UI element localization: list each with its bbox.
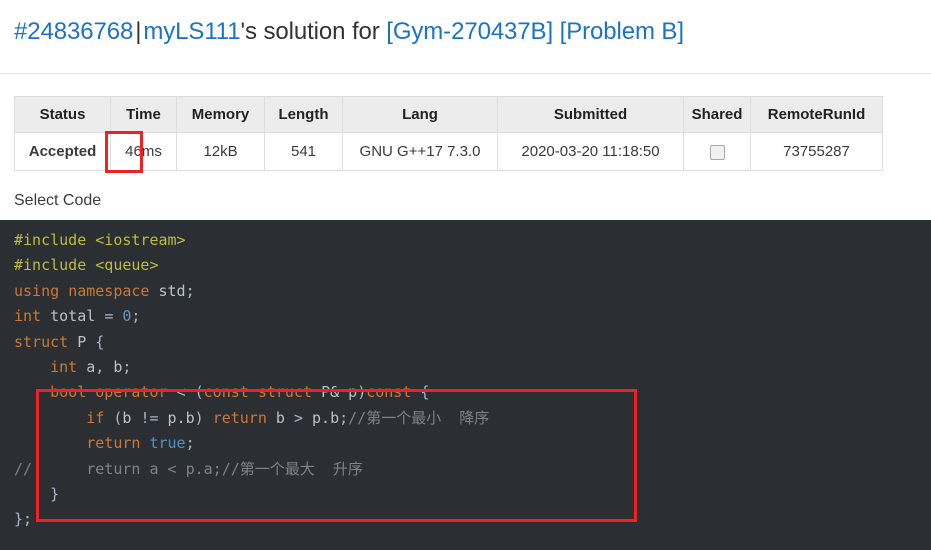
code-line-9: return true; (86, 434, 195, 453)
column-header-memory: Memory (176, 96, 265, 133)
source-code-text: #include <iostream> #include <queue> usi… (0, 220, 931, 533)
code-line-2: #include <queue> (14, 256, 159, 275)
cell-lang: GNU G++17 7.3.0 (342, 132, 498, 171)
cell-remoterunid: 73755287 (750, 132, 883, 171)
submission-table-container: Status Time Memory Length Lang Submitted… (14, 96, 883, 171)
column-header-shared: Shared (683, 96, 751, 133)
code-line-7: bool operator < (const struct P& p)const… (50, 383, 430, 402)
code-line-11: } (50, 485, 60, 504)
table-header-row: Status Time Memory Length Lang Submitted… (14, 96, 883, 133)
shared-checkbox[interactable] (709, 144, 725, 160)
column-header-lang: Lang (342, 96, 498, 133)
title-separator: | (135, 18, 142, 45)
code-line-1: #include <iostream> (14, 231, 186, 249)
cell-shared[interactable] (683, 132, 751, 171)
cell-status[interactable]: Accepted (14, 132, 111, 171)
contest-link[interactable]: [Gym-270437B] (386, 18, 553, 45)
table-row: Accepted 46ms 12kB 541 GNU G++17 7.3.0 2… (14, 132, 883, 171)
cell-time: 46ms (110, 132, 177, 171)
select-code-label[interactable]: Select Code (14, 192, 101, 210)
page-title: #24836768|myLS111's solution for [Gym-27… (14, 18, 931, 46)
code-line-8: if (b != p.b) return b > p.b;//第一个最小 降序 (86, 408, 490, 427)
code-line-10: // return a < p.a;//第一个最大 升序 (14, 459, 363, 478)
username-link[interactable]: myLS111 (143, 18, 240, 45)
code-line-6: int a, b; (50, 358, 132, 377)
column-header-length: Length (264, 96, 343, 133)
source-code-viewer[interactable]: #include <iostream> #include <queue> usi… (0, 220, 931, 550)
submission-table: Status Time Memory Length Lang Submitted… (14, 96, 883, 171)
header-divider (0, 73, 931, 74)
cell-memory: 12kB (176, 132, 265, 171)
page-header: #24836768|myLS111's solution for [Gym-27… (0, 0, 931, 55)
cell-submitted: 2020-03-20 11:18:50 (497, 132, 684, 171)
code-line-5: struct P { (14, 332, 105, 351)
problem-link[interactable]: [Problem B] (560, 18, 684, 45)
column-header-submitted: Submitted (497, 96, 684, 133)
column-header-status: Status (14, 96, 111, 133)
code-line-4: int total = 0; (14, 307, 141, 326)
code-line-12: }; (14, 510, 33, 529)
column-header-time: Time (110, 96, 177, 133)
code-line-3: using namespace std; (14, 281, 195, 300)
cell-length: 541 (264, 132, 343, 171)
title-possessive-text: 's solution for (240, 18, 380, 45)
submission-id-link[interactable]: #24836768 (14, 18, 133, 45)
column-header-remoterunid: RemoteRunId (750, 96, 883, 133)
